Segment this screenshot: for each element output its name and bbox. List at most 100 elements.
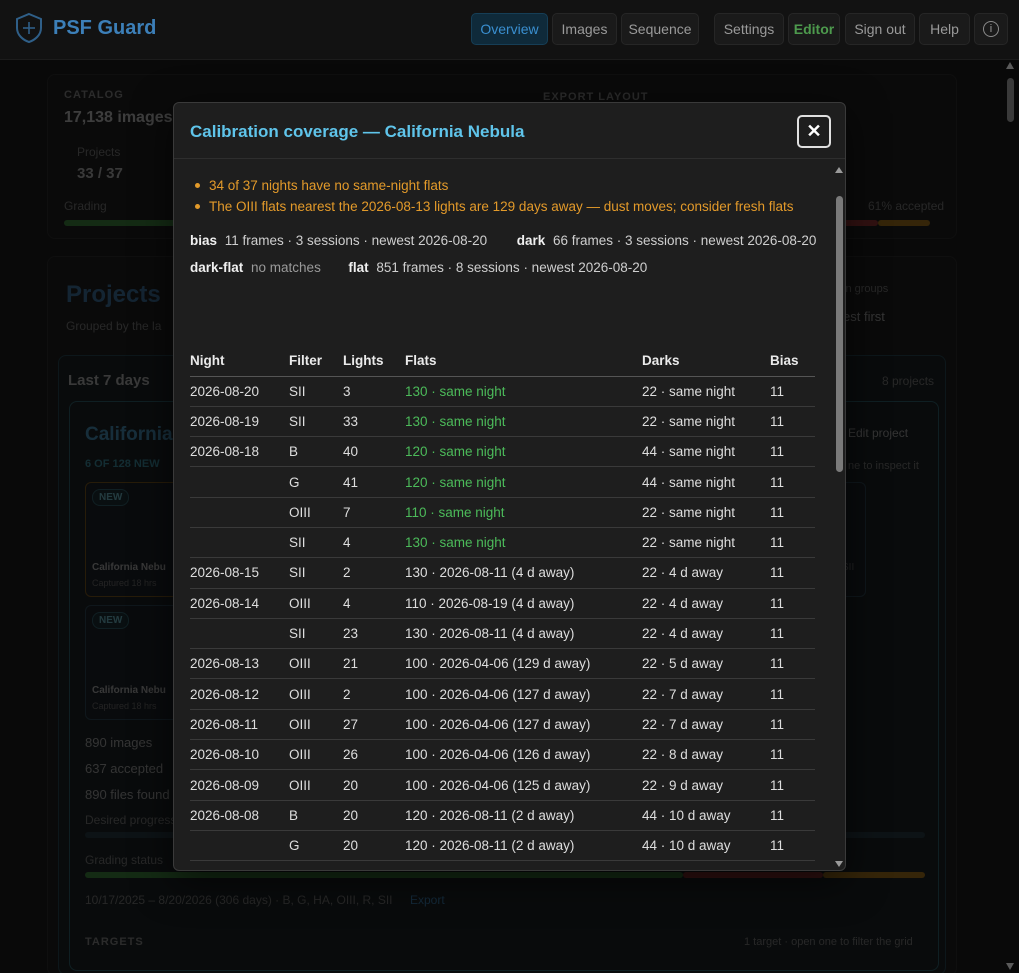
dialog-scrollbar[interactable] [833,160,845,870]
app-root: PSF Guard Overview Images Sequence Setti… [0,0,1019,973]
cell-filter: SII [289,527,343,559]
dark-label: dark [516,233,546,248]
app-title: PSF Guard [53,17,157,39]
column-header-bias: Bias [770,346,815,377]
cell-bias: 11 [770,618,815,650]
table-row: 2026-08-18 B 40 120 · same night 44 · same n… [190,436,815,468]
cell-flats: 100 · 2026-04-06 (127 d away) [405,709,642,741]
cell-flats: 100 · 2026-04-06 (127 d away) [405,678,642,710]
cell-flats: 100 · 2026-04-06 (129 d away) [405,648,642,680]
dialog-title: Calibration coverage — California Nebula [190,122,525,141]
cell-bias: 11 [770,406,815,438]
cell-bias: 11 [770,800,815,831]
settings-button[interactable]: Settings [714,13,784,45]
cell-darks: 22 · 4 d away [642,618,770,650]
cell-darks: 22 · 8 d away [642,739,770,771]
table-row: OIII7100 · 2026-04-06 (124 d away)22 · 1… [190,860,815,870]
cell-bias: 11 [770,557,815,589]
table-row: 2026-08-20 SII 3 130 · same night 22 · same … [190,376,815,407]
cell-lights: 20 [343,800,405,831]
cell-night: 2026-08-13 [190,648,289,680]
cell-darks: 22 · same night [642,406,770,438]
cell-night: 2026-08-14 [190,588,289,619]
table-row: 2026-08-09 OIII 20 100 · 2026-04-06 (125 d … [190,769,815,801]
cell-bias: 11 [770,860,815,870]
dark-flat-label: dark-flat [190,260,244,275]
info-button[interactable]: i [974,13,1008,45]
cell-lights: 23 [343,618,405,650]
cell-flats: 130 · 2026-08-11 (4 d away) [405,618,642,650]
nav-sequence-tab[interactable]: Sequence [621,13,699,45]
cell-night [190,466,289,498]
editor-badge[interactable]: Editor [788,13,840,45]
cell-flats: 110 · same night [405,497,642,528]
column-header-filter: Filter [289,346,343,377]
cell-night: 2026-08-08 [190,800,289,831]
flat-summary: 851 frames · 8 sessions · newest 2026-08… [376,260,648,275]
cell-filter: OIII [289,769,343,801]
cell-night: 2026-08-18 [190,436,289,468]
sign-out-button[interactable]: Sign out [845,13,915,45]
cell-darks: 44 · same night [642,436,770,468]
table-row: 2026-08-10 OIII 26 100 · 2026-04-06 (126 d … [190,739,815,771]
cell-bias: 11 [770,588,815,619]
cell-night: 2026-08-20 [190,376,289,407]
cell-filter: OIII [289,860,343,870]
cell-lights: 4 [343,527,405,559]
cell-bias: 11 [770,466,815,498]
cell-filter: OIII [289,588,343,619]
cell-darks: 44 · same night [642,466,770,498]
scroll-up-arrow-icon[interactable] [835,167,843,173]
cell-filter: OIII [289,648,343,680]
nav-images-tab[interactable]: Images [552,13,617,45]
cell-filter: OIII [289,739,343,771]
table-row: OIII 7 110 · same night 22 · same night 11 [190,497,815,528]
table-row: 2026-08-19 SII 33 130 · same night 22 · same… [190,406,815,438]
table-row: 2026-08-12 OIII 2 100 · 2026-04-06 (127 d a… [190,678,815,710]
calibration-coverage-dialog: Calibration coverage — California Nebula… [173,102,846,871]
scroll-down-arrow-icon[interactable] [835,861,843,867]
cell-lights: 7 [343,497,405,528]
cell-bias: 11 [770,436,815,468]
table-row: 2026-08-14 OIII 4 110 · 2026-08-19 (4 d awa… [190,588,815,619]
calibration-summary-row: dark-flat no matches flat 851 frames · 8… [190,260,647,275]
nav-overview-tab[interactable]: Overview [471,13,548,45]
coverage-table-body: 2026-08-20 SII 3 130 · same night 22 · same … [190,376,815,870]
cell-night: 2026-08-19 [190,406,289,438]
cell-filter: OIII [289,497,343,528]
scroll-track[interactable] [835,176,843,862]
cell-night [190,527,289,559]
cell-flats: 120 · same night [405,466,642,498]
cell-bias: 11 [770,527,815,559]
help-button[interactable]: Help [919,13,970,45]
cell-darks: 22 · 7 d away [642,678,770,710]
dark-summary: 66 frames · 3 sessions · newest 2026-08-… [553,233,817,248]
cell-lights: 41 [343,466,405,498]
column-header-lights: Lights [343,346,405,377]
table-row: 2026-08-11 OIII 27 100 · 2026-04-06 (127 d … [190,709,815,741]
dark-flat-summary: no matches [251,260,321,275]
cell-darks: 22 · 4 d away [642,557,770,589]
cell-darks: 44 · 10 d away [642,800,770,831]
cell-flats: 100 · 2026-04-06 (124 d away) [405,860,642,870]
cell-darks: 22 · 10 d away [642,860,770,870]
cell-darks: 22 · same night [642,376,770,407]
table-row: SII 4 130 · same night 22 · same night 11 [190,527,815,559]
cell-night: 2026-08-15 [190,557,289,589]
calibration-summary-row: bias 11 frames · 3 sessions · newest 202… [190,233,816,248]
bias-summary: 11 frames · 3 sessions · newest 2026-08-… [224,233,488,248]
cell-bias: 11 [770,739,815,771]
close-button[interactable]: ✕ [797,115,831,148]
cell-filter: SII [289,618,343,650]
table-row: 2026-08-13 OIII 21 100 · 2026-04-06 (129 d … [190,648,815,680]
dialog-scroll-thumb[interactable] [836,196,843,472]
cell-lights: 7 [343,860,405,870]
cell-bias: 11 [770,769,815,801]
column-header-flats: Flats [405,346,642,377]
cell-lights: 20 [343,830,405,862]
cell-darks: 22 · same night [642,527,770,559]
cell-lights: 2 [343,678,405,710]
cell-night: 2026-08-09 [190,769,289,801]
warning-list: 34 of 37 nights have no same-night flats… [194,176,794,218]
cell-filter: G [289,830,343,862]
